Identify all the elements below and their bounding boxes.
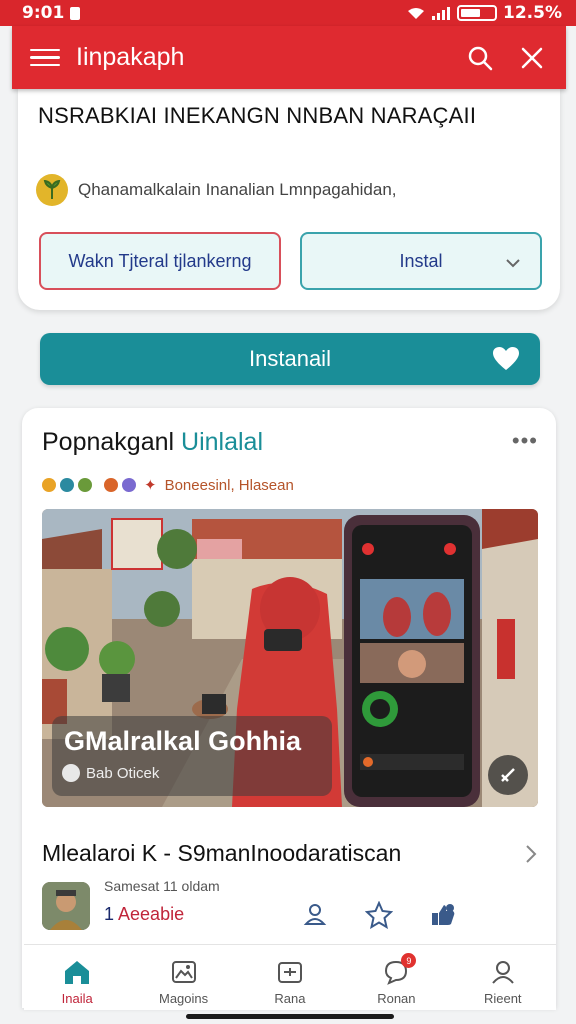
media-caption-sub-row: Bab Oticek <box>62 764 159 782</box>
sim-icon <box>70 6 81 20</box>
learn-more-button[interactable]: Wakn Tjteral tjlankerng <box>39 232 281 290</box>
battery-icon <box>457 5 498 21</box>
feed-meta-text: Boneesinl, Hlasean <box>164 476 294 494</box>
avatar[interactable] <box>42 882 90 930</box>
card-subtitle: Qhanamalkalain Inanalian Lmnpagahidan, <box>78 180 397 199</box>
like-icon[interactable] <box>428 900 458 930</box>
person-icon[interactable] <box>300 900 330 930</box>
card-headline: NSRABKIAI INEKANGN NNBAN NARAÇAII <box>38 103 477 128</box>
nav-label-profile: Rieent <box>483 991 522 1006</box>
feed-card-title: Popnakganl Uinlalal <box>42 428 263 457</box>
signal-icon <box>432 7 451 20</box>
status-time: 9:01 <box>22 3 65 23</box>
nav-item-profile[interactable]: Rieent <box>455 945 551 1010</box>
bottom-nav: Inaila Magoins Rana 9 Ronan Rieent <box>24 944 556 1010</box>
feed-title-part1: Popnakganl <box>42 428 175 456</box>
install-dropdown-label: Instal <box>399 250 443 271</box>
star-icon[interactable] <box>364 900 394 930</box>
author-number: 1 <box>104 904 115 924</box>
battery-percent: 12.5% <box>503 3 562 23</box>
app-title: Iinpakaph <box>76 43 185 71</box>
post-actions <box>300 900 458 930</box>
app-bar: Iinpakaph <box>12 26 566 89</box>
media-caption-sub: Bab Oticek <box>86 764 160 782</box>
emoji-icon <box>104 478 118 492</box>
status-bar: 9:01 12.5% <box>0 0 576 26</box>
meta-separator: ✦ <box>144 477 157 494</box>
notification-badge: 9 <box>401 953 417 968</box>
share-icon[interactable] <box>488 755 528 795</box>
source-icon <box>62 764 80 782</box>
author-name-row: 1 Aeeabie <box>104 904 184 925</box>
nav-item-chat[interactable]: 9 Ronan <box>348 945 444 1010</box>
chevron-down-icon <box>506 259 520 268</box>
card-subtitle-row: Qhanamalkalain Inanalian Lmnpagahidan, <box>36 174 397 206</box>
nav-label-calendar: Rana <box>274 991 306 1006</box>
emoji-icon <box>42 478 56 492</box>
media-caption: GMalralkal Gohhia Bab Oticek <box>52 716 332 796</box>
install-dropdown-button[interactable]: Instal <box>300 232 542 290</box>
install-button-label: Instanail <box>249 346 331 371</box>
profile-icon <box>488 957 518 987</box>
author-name: Aeeabie <box>118 904 185 924</box>
post-media[interactable]: GMalralkal Gohhia Bab Oticek <box>42 509 538 807</box>
nav-item-gallery[interactable]: Magoins <box>136 945 232 1010</box>
menu-icon[interactable] <box>30 43 60 73</box>
emoji-icon <box>78 478 92 492</box>
post-title: Mlealaroi K - S9manInoodaratiscan <box>42 840 402 866</box>
search-icon[interactable] <box>458 36 502 80</box>
gallery-icon <box>169 957 199 987</box>
leaf-icon <box>36 174 68 206</box>
emoji-icon <box>122 478 136 492</box>
install-button[interactable]: Instanail <box>40 333 540 385</box>
nav-item-home[interactable]: Inaila <box>29 945 125 1010</box>
emoji-icon <box>60 478 74 492</box>
wifi-icon <box>408 7 425 19</box>
close-icon[interactable] <box>510 36 554 80</box>
author-row: Samesat 11 oldam 1 Aeeabie <box>42 878 538 932</box>
chevron-right-icon <box>526 844 537 863</box>
heart-icon[interactable] <box>492 346 520 372</box>
nav-label-chat: Ronan <box>377 991 416 1006</box>
post-title-row[interactable]: Mlealaroi K - S9manInoodaratiscan <box>42 840 538 867</box>
nav-label-home: Inaila <box>61 991 93 1006</box>
nav-label-gallery: Magoins <box>159 991 209 1006</box>
calendar-icon <box>275 957 305 987</box>
media-caption-title: GMalralkal Gohhia <box>64 726 302 756</box>
info-card: NSRABKIAI INEKANGN NNBAN NARAÇAII Qhanam… <box>18 88 560 310</box>
learn-more-label: Wakn Tjteral tjlankerng <box>68 250 252 271</box>
feed-meta-row: ✦ Boneesinl, Hlasean <box>42 476 294 494</box>
more-options-icon[interactable]: ••• <box>512 428 538 454</box>
home-indicator[interactable] <box>186 1014 394 1019</box>
home-icon <box>62 957 92 987</box>
author-subtitle: Samesat 11 oldam <box>104 878 220 894</box>
nav-item-calendar[interactable]: Rana <box>242 945 338 1010</box>
feed-title-part2: Uinlalal <box>181 428 263 456</box>
feed-card: Popnakganl Uinlalal ••• ✦ Boneesinl, Hla… <box>22 408 556 1008</box>
